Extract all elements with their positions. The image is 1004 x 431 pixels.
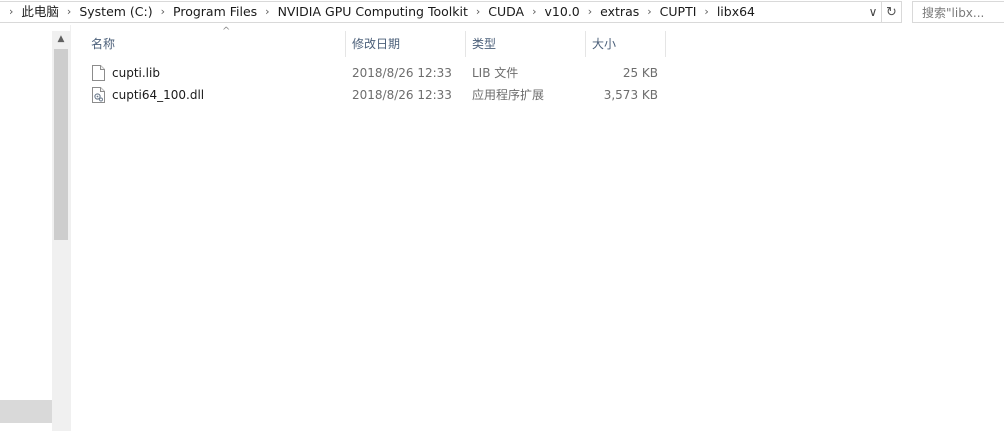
breadcrumb-separator-icon[interactable]: ›	[697, 2, 715, 22]
breadcrumb-program-files[interactable]: Program Files	[172, 2, 258, 22]
scrollbar-thumb[interactable]	[54, 49, 68, 240]
breadcrumb-libx64[interactable]: libx64	[716, 2, 756, 22]
document-icon	[92, 65, 105, 81]
refresh-icon[interactable]: ↻	[882, 1, 902, 23]
column-header-name-label: 名称	[91, 37, 116, 51]
breadcrumb-v10[interactable]: v10.0	[544, 2, 581, 22]
file-row[interactable]: cupti.lib 2018/8/26 12:33 LIB 文件 25 KB	[71, 62, 671, 84]
file-size: 25 KB	[622, 66, 658, 80]
breadcrumb-separator-icon[interactable]: ›	[258, 2, 276, 22]
breadcrumb-separator-icon[interactable]: ›	[2, 2, 20, 22]
column-header-date[interactable]: 修改日期	[346, 31, 466, 57]
address-bar[interactable]: › 此电脑 › System (C:) › Program Files › NV…	[0, 1, 882, 23]
file-row[interactable]: cupti64_100.dll 2018/8/26 12:33 应用程序扩展 3…	[71, 84, 671, 106]
navigation-pane: ▲	[0, 25, 70, 431]
breadcrumb-separator-icon[interactable]: ›	[581, 2, 599, 22]
file-name: cupti64_100.dll	[112, 88, 205, 102]
breadcrumb-separator-icon[interactable]: ›	[469, 2, 487, 22]
address-history-dropdown-icon[interactable]: ∨	[865, 2, 881, 22]
file-name: cupti.lib	[112, 66, 160, 80]
navigation-scrollbar[interactable]: ▲	[52, 31, 70, 431]
file-list: cupti.lib 2018/8/26 12:33 LIB 文件 25 KB c…	[71, 62, 671, 106]
column-header-name[interactable]: 名称 ^	[85, 27, 346, 57]
breadcrumb-separator-icon[interactable]: ›	[60, 2, 78, 22]
scroll-up-icon[interactable]: ▲	[52, 31, 70, 47]
dll-file-icon	[92, 87, 105, 103]
column-header-size[interactable]: 大小	[586, 31, 666, 57]
breadcrumb-extras[interactable]: extras	[599, 2, 640, 22]
column-header-type[interactable]: 类型	[466, 31, 586, 57]
breadcrumb-cupti[interactable]: CUPTI	[659, 2, 698, 22]
file-date: 2018/8/26 12:33	[352, 88, 452, 102]
sort-ascending-icon: ^	[222, 26, 231, 37]
nav-selected-item[interactable]	[0, 400, 52, 423]
file-date: 2018/8/26 12:33	[352, 66, 452, 80]
column-headers: 名称 ^ 修改日期 类型 大小	[71, 27, 671, 57]
search-input[interactable]: 搜索"libx...	[912, 1, 1004, 23]
breadcrumb-separator-icon[interactable]: ›	[525, 2, 543, 22]
file-type: 应用程序扩展	[472, 88, 545, 102]
breadcrumb-system-drive[interactable]: System (C:)	[78, 2, 153, 22]
file-type: LIB 文件	[472, 66, 519, 80]
breadcrumb-separator-icon[interactable]: ›	[154, 2, 172, 22]
breadcrumb-separator-icon[interactable]: ›	[640, 2, 658, 22]
address-row: › 此电脑 › System (C:) › Program Files › NV…	[0, 0, 1004, 25]
breadcrumb-nvidia-toolkit[interactable]: NVIDIA GPU Computing Toolkit	[277, 2, 469, 22]
file-size: 3,573 KB	[603, 88, 658, 102]
breadcrumb: › 此电脑 › System (C:) › Program Files › NV…	[0, 2, 865, 22]
breadcrumb-this-pc[interactable]: 此电脑	[20, 2, 60, 22]
breadcrumb-cuda[interactable]: CUDA	[487, 2, 525, 22]
